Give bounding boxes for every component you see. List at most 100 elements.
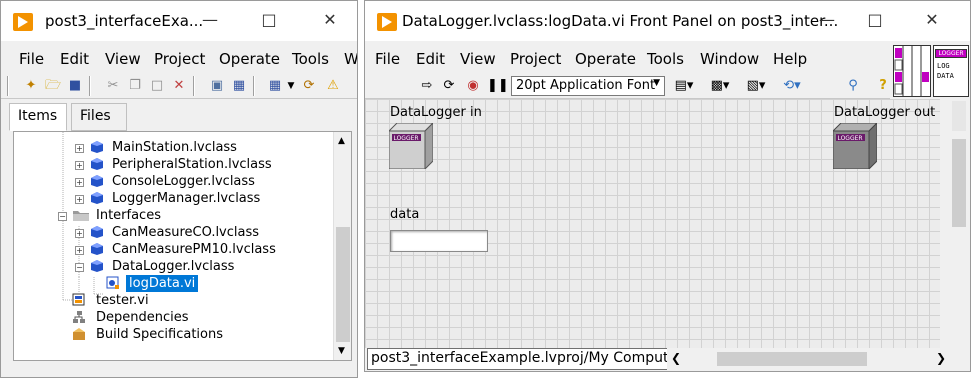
menu-edit[interactable]: Edit (60, 50, 89, 68)
menu-project[interactable]: Project (510, 50, 561, 68)
build-specifications-icon (73, 328, 85, 340)
title-bar[interactable]: post3_interfaceExa... — □ ✕ (1, 1, 357, 41)
close-button[interactable]: ✕ (315, 9, 345, 33)
tree-item-build-specifications[interactable]: Build Specifications (96, 326, 223, 343)
scroll-down-icon[interactable]: ▼ (338, 346, 345, 356)
context-help-icon[interactable]: ? (875, 78, 891, 94)
font-selector-value: 20pt Application Font (516, 78, 656, 93)
tree-item-interfaces[interactable]: Interfaces (96, 207, 161, 224)
front-panel-vertical-scrollbar[interactable] (946, 99, 970, 348)
tab-items[interactable]: Items (9, 103, 67, 131)
view-options-icon[interactable]: ▦ (267, 78, 283, 94)
expand-toggle[interactable]: + (75, 178, 84, 187)
tree-item-dependencies[interactable]: Dependencies (96, 309, 189, 326)
front-panel-canvas[interactable]: DataLogger in LOGGER DataLogger out LOGG… (365, 99, 940, 348)
menu-file[interactable]: File (375, 50, 400, 68)
scroll-up-area[interactable] (952, 101, 966, 131)
folder-icon (73, 211, 89, 221)
resize-objects-icon[interactable]: ▧▾ (745, 78, 767, 94)
scroll-right-icon[interactable]: ❯ (936, 351, 946, 365)
expand-toggle[interactable]: + (75, 161, 84, 170)
open-folder-icon[interactable]: 🗁 (45, 78, 61, 94)
tab-files[interactable]: Files (71, 103, 127, 131)
menu-help[interactable]: Help (773, 50, 807, 68)
tree-item-mainstation[interactable]: MainStation.lvclass (112, 139, 237, 156)
toolbar-separator (253, 76, 255, 96)
expand-toggle[interactable]: + (75, 144, 84, 153)
delete-icon[interactable]: ✕ (171, 78, 187, 94)
menu-tools[interactable]: Tools (647, 50, 684, 68)
cut-icon[interactable]: ✂ (105, 78, 121, 94)
run-continuously-icon[interactable]: ⟳ (441, 78, 457, 94)
menu-tools[interactable]: Tools (292, 50, 329, 68)
distribute-objects-icon[interactable]: ▩▾ (709, 78, 731, 94)
scrollbar-thumb[interactable] (717, 352, 867, 366)
front-panel-horizontal-scrollbar[interactable]: ❮ ❯ (667, 348, 946, 370)
labview-app-icon (377, 13, 397, 31)
maximize-button[interactable]: □ (254, 9, 284, 33)
run-arrow-icon[interactable]: ⇨ (419, 78, 435, 94)
lvclass-icon (91, 175, 103, 187)
menu-project[interactable]: Project (154, 50, 205, 68)
expand-toggle[interactable]: + (75, 195, 84, 204)
collapse-toggle[interactable]: − (58, 212, 67, 221)
search-icon[interactable]: ⚲ (845, 78, 861, 94)
new-icon[interactable]: ✦ (23, 78, 39, 94)
tree-item-consolelogger[interactable]: ConsoleLogger.lvclass (112, 173, 255, 190)
save-icon[interactable]: ▦ (231, 78, 247, 94)
menu-operate[interactable]: Operate (575, 50, 636, 68)
path-status-bar: post3_interfaceExample.lvproj/My Compute… (367, 348, 687, 370)
datalogger-out-indicator[interactable]: LOGGER (833, 123, 877, 169)
lvclass-icon (91, 141, 103, 153)
align-objects-icon[interactable]: ▤▾ (673, 78, 695, 94)
scroll-up-icon[interactable]: ▲ (338, 136, 345, 146)
scroll-left-icon[interactable]: ❮ (671, 351, 681, 365)
close-button[interactable]: ✕ (917, 9, 947, 33)
data-string-control[interactable] (390, 230, 488, 252)
tree-item-loggermanager[interactable]: LoggerManager.lvclass (112, 190, 260, 207)
abort-icon[interactable]: ◉ (465, 78, 481, 94)
menu-file[interactable]: File (19, 50, 44, 68)
scrollbar-thumb[interactable] (336, 227, 350, 342)
build-icon[interactable]: ▣ (209, 78, 225, 94)
menu-view[interactable]: View (105, 50, 141, 68)
front-panel-window: DataLogger.lvclass:logData.vi Front Pane… (364, 0, 971, 372)
tree-item-tester-vi[interactable]: tester.vi (96, 292, 149, 309)
collapse-toggle[interactable]: − (75, 263, 84, 272)
vi-icon[interactable]: LOGGER LOG DATA (933, 45, 969, 97)
font-selector-dropdown[interactable]: 20pt Application Font ▼ (511, 76, 665, 96)
expand-toggle[interactable]: + (75, 229, 84, 238)
title-bar[interactable]: DataLogger.lvclass:logData.vi Front Pane… (365, 1, 970, 41)
copy-icon[interactable]: ❐ (127, 78, 143, 94)
reorder-icon[interactable]: ⟲▾ (781, 78, 803, 94)
menu-view[interactable]: View (460, 50, 496, 68)
menu-operate[interactable]: Operate (219, 50, 280, 68)
minimize-button[interactable]: — (812, 9, 842, 33)
warning-icon[interactable]: ⚠ (325, 78, 341, 94)
class-badge-label: LOGGER (837, 135, 862, 142)
dependencies-icon (73, 311, 85, 323)
tree-item-datalogger[interactable]: DataLogger.lvclass (112, 258, 234, 275)
tree-item-logdata-vi[interactable]: logData.vi (126, 275, 199, 292)
tree-vertical-scrollbar[interactable]: ▲ ▼ (333, 132, 351, 360)
tree-item-canmeasurepm10[interactable]: CanMeasurePM10.lvclass (112, 241, 276, 258)
lvclass-icon (91, 260, 103, 272)
expand-toggle[interactable]: + (75, 246, 84, 255)
sync-icon[interactable]: ⟳ (301, 78, 317, 94)
chevron-down-icon: ▼ (653, 78, 660, 88)
minimize-button[interactable]: — (195, 9, 225, 33)
pause-icon[interactable]: ❚❚ (487, 78, 509, 94)
datalogger-in-control[interactable]: LOGGER (389, 123, 433, 169)
front-panel-toolbar: ⇨ ⟳ ◉ ❚❚ 20pt Application Font ▼ ▤▾ ▩▾ ▧… (365, 73, 890, 99)
scrollbar-thumb[interactable] (952, 139, 966, 227)
menu-window[interactable]: W (344, 50, 357, 68)
tree-item-canmeasureco[interactable]: CanMeasureCO.lvclass (112, 224, 259, 241)
paste-icon[interactable]: □ (149, 78, 165, 94)
chevron-down-icon[interactable]: ▼ (283, 78, 299, 94)
save-all-icon[interactable]: ■ (67, 78, 83, 94)
menu-edit[interactable]: Edit (416, 50, 445, 68)
menu-window[interactable]: Window (700, 50, 759, 68)
connector-pane[interactable] (893, 45, 931, 97)
maximize-button[interactable]: □ (860, 9, 890, 33)
tree-item-peripheralstation[interactable]: PeripheralStation.lvclass (112, 156, 272, 173)
